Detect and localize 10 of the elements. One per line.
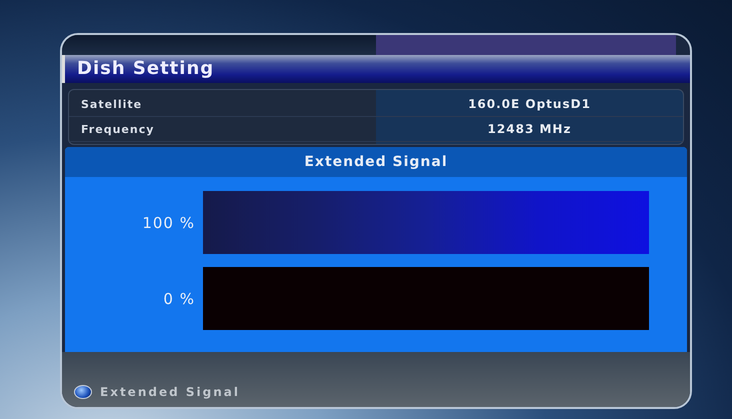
row-label: Frequency [80,122,156,136]
popup-title: Extended Signal [65,147,687,177]
row-label: Satellite [80,98,144,110]
round-key-icon [74,385,92,399]
row-value: 160.0E OptusD1 [467,97,592,111]
meter-reading: 0 % [162,290,196,308]
footer-hint: Extended Signal [100,385,240,399]
row-value: 12483 MHz [486,122,572,136]
meter-reading: 100 % [141,214,196,232]
panel-title: Dish Setting [62,55,690,83]
